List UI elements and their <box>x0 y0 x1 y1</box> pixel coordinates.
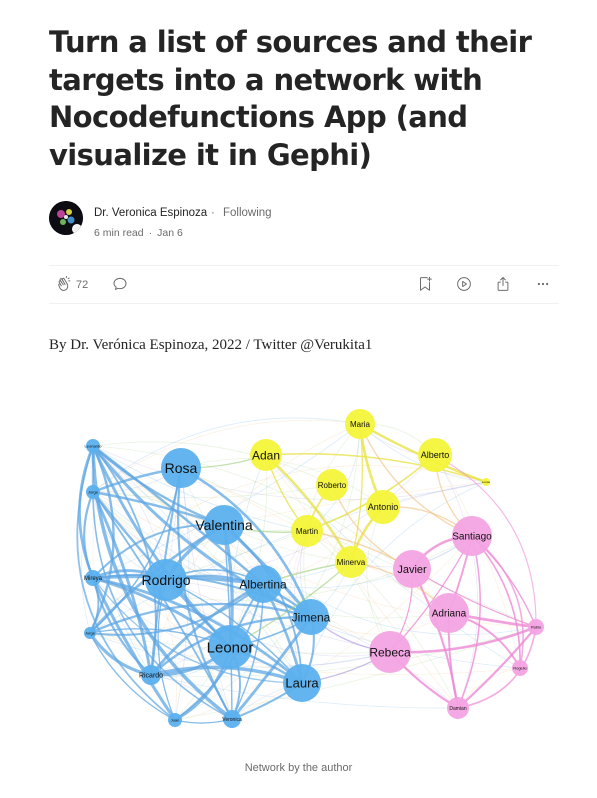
network-node-label: Jorge <box>85 630 96 635</box>
network-node-label: Jorge <box>88 489 99 494</box>
image-caption: Network by the author <box>244 762 353 774</box>
article-title: Turn a list of sources and their targets… <box>49 25 532 172</box>
network-node-label: Laura <box>285 676 319 691</box>
network-node-label: Mireya <box>84 576 103 582</box>
network-node-label: Rebeca <box>369 645 411 659</box>
read-time: 6 min read <box>94 227 144 239</box>
network-edge <box>410 567 460 710</box>
comment-icon[interactable] <box>111 275 129 293</box>
network-node-label: Albertina <box>239 577 287 591</box>
article-meta: 6 min read · Jan 6 <box>94 227 183 239</box>
follow-separator: · <box>211 207 215 219</box>
share-icon[interactable] <box>494 275 512 293</box>
network-node-label: Leonardo <box>85 443 103 448</box>
network-node-label: Rogelio <box>513 665 527 670</box>
network-node-label: Juan <box>171 717 180 722</box>
network-node-label: Adriana <box>432 609 467 620</box>
author-row: Dr. Veronica Espinoza · Following 6 min … <box>49 201 549 239</box>
network-node-label: Veronica <box>222 717 242 723</box>
network-node-label: Rosa <box>165 460 198 476</box>
network-edge <box>265 453 487 483</box>
meta-separator: · <box>148 227 153 239</box>
author-avatar[interactable] <box>49 201 83 235</box>
network-node-label: Pablo <box>531 624 542 629</box>
network-graph-image: Rosa Valentina Rodrigo Albertina Jimena Leono… <box>76 409 544 728</box>
network-node-label: Jimena <box>292 610 331 624</box>
network-edge <box>471 535 521 669</box>
network-node-label: Alberto <box>421 450 450 460</box>
network-node-label: Maria <box>350 420 371 429</box>
network-edge <box>350 423 364 563</box>
publish-date: Jan 6 <box>157 227 183 239</box>
network-node-label: Minerva <box>337 558 366 567</box>
network-node-label: Valentina <box>195 517 253 533</box>
article-action-bar: 72 <box>49 265 559 304</box>
clap-count: 72 <box>76 279 89 291</box>
network-edge <box>83 490 95 580</box>
following-button[interactable]: Following <box>223 207 272 219</box>
network-edge <box>457 667 521 709</box>
save-icon[interactable] <box>416 275 434 293</box>
more-icon[interactable] <box>534 275 552 293</box>
article-byline: By Dr. Verónica Espinoza, 2022 / Twitter… <box>49 337 373 353</box>
network-node-label: Javier <box>397 564 427 576</box>
network-node-label: Rodrigo <box>141 572 190 588</box>
listen-icon[interactable] <box>455 275 473 293</box>
network-node-label: Roberto <box>318 481 347 490</box>
clap-icon[interactable] <box>55 275 73 293</box>
author-name-link[interactable]: Dr. Veronica Espinoza <box>94 207 207 219</box>
avatar-badge-icon <box>72 224 82 234</box>
network-node-label: Adan <box>252 448 280 462</box>
network-node-label: Antonio <box>368 502 399 512</box>
network-node-label: Martin <box>296 527 318 536</box>
network-node-label: Leonor <box>207 639 254 656</box>
network-node-label: Lucas <box>482 480 491 484</box>
network-node-label: Santiago <box>452 532 492 543</box>
network-node-label: Damian <box>449 706 466 712</box>
network-node-label: Ricardo <box>139 673 163 680</box>
